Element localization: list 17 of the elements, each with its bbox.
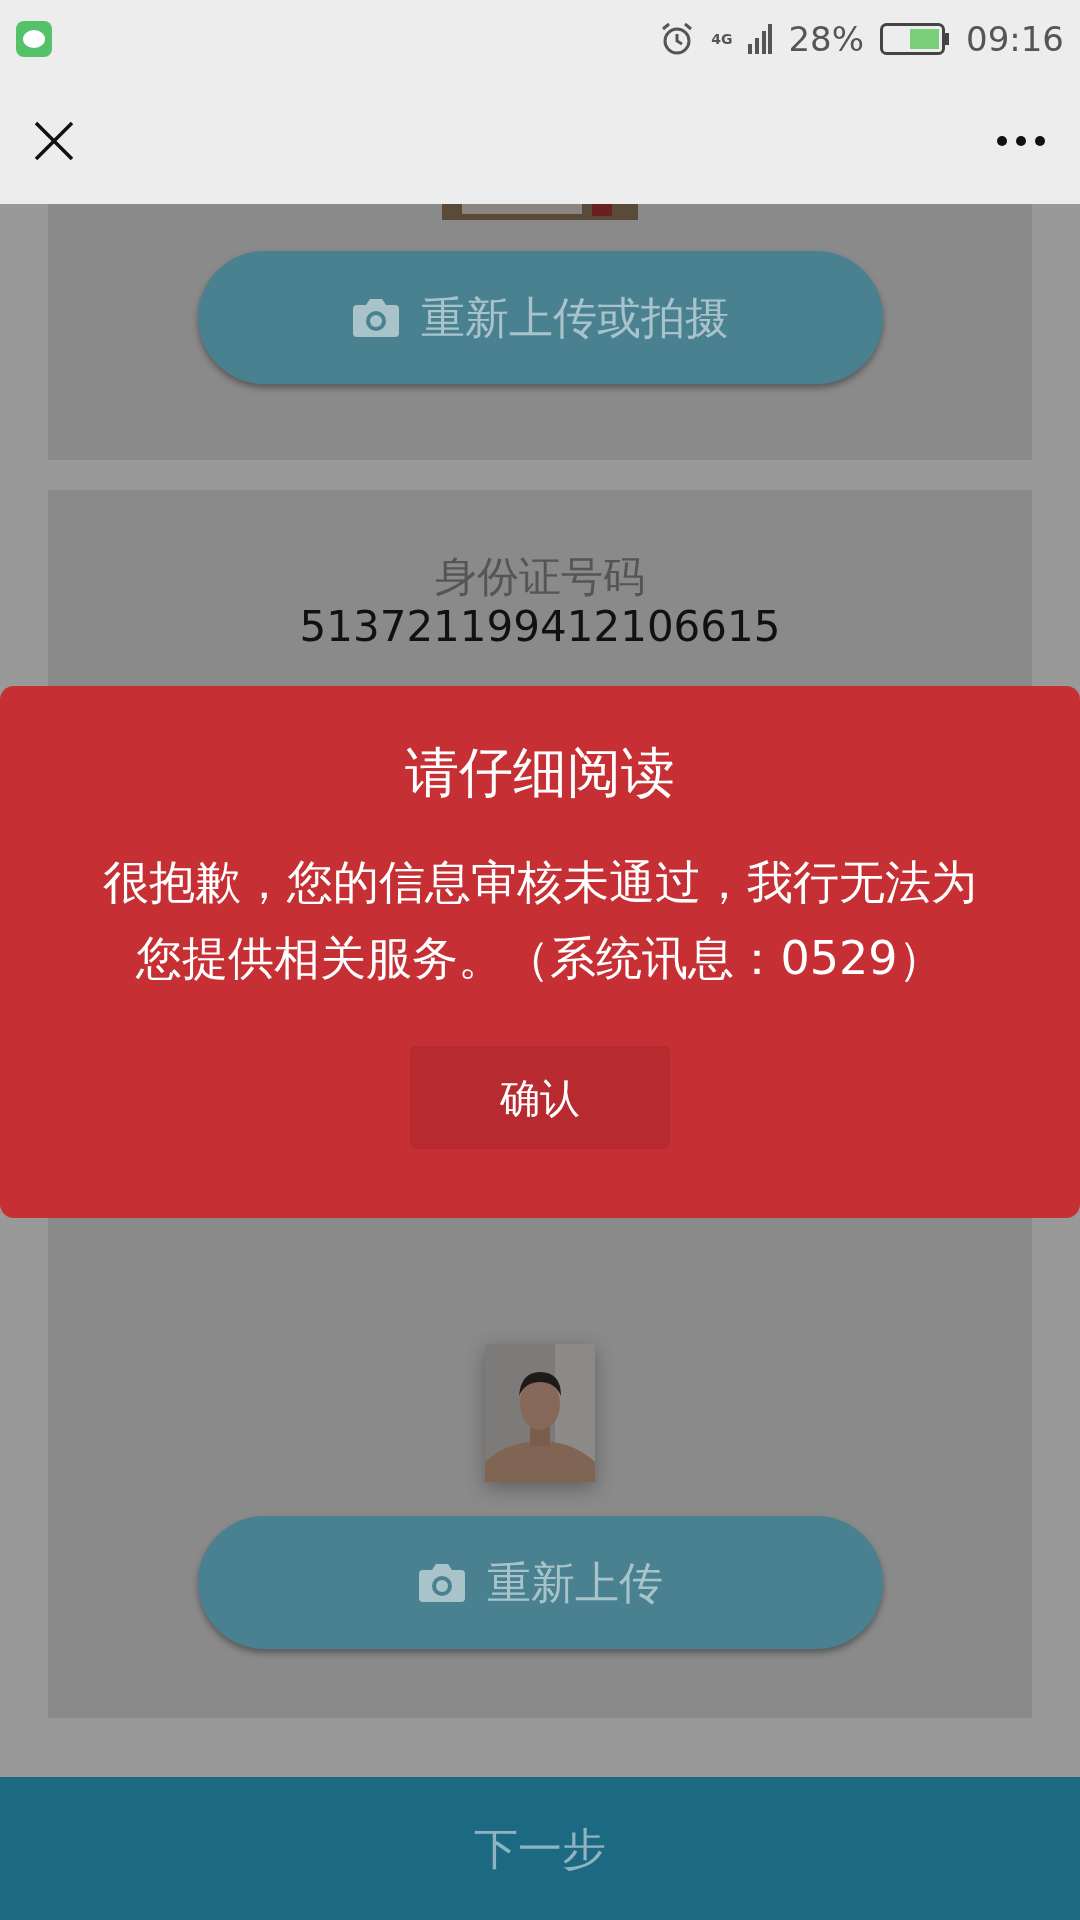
chat-app-icon	[16, 21, 52, 57]
dialog-title: 请仔细阅读	[405, 740, 675, 806]
upload-button[interactable]: 重新上传或拍摄	[197, 251, 883, 384]
next-step-button[interactable]: 下一步	[0, 1777, 1080, 1920]
close-icon[interactable]	[34, 121, 74, 161]
battery-icon	[880, 23, 950, 55]
dialog-message: 很抱歉，您的信息审核未通过，我行无法为您提供相关服务。（系统讯息：0529）	[102, 854, 978, 987]
battery-percent: 28%	[788, 17, 864, 61]
camera-icon	[417, 1561, 467, 1604]
upload-button[interactable]: 重新上传	[197, 1516, 883, 1649]
network-label: 4G	[711, 29, 733, 49]
confirm-button[interactable]: 确认	[410, 1046, 670, 1149]
clock: 09:16	[966, 17, 1064, 61]
camera-icon	[351, 296, 401, 339]
id-number: 513721199412106615	[299, 602, 781, 652]
more-icon[interactable]	[996, 135, 1046, 147]
signal-icon	[748, 24, 773, 54]
